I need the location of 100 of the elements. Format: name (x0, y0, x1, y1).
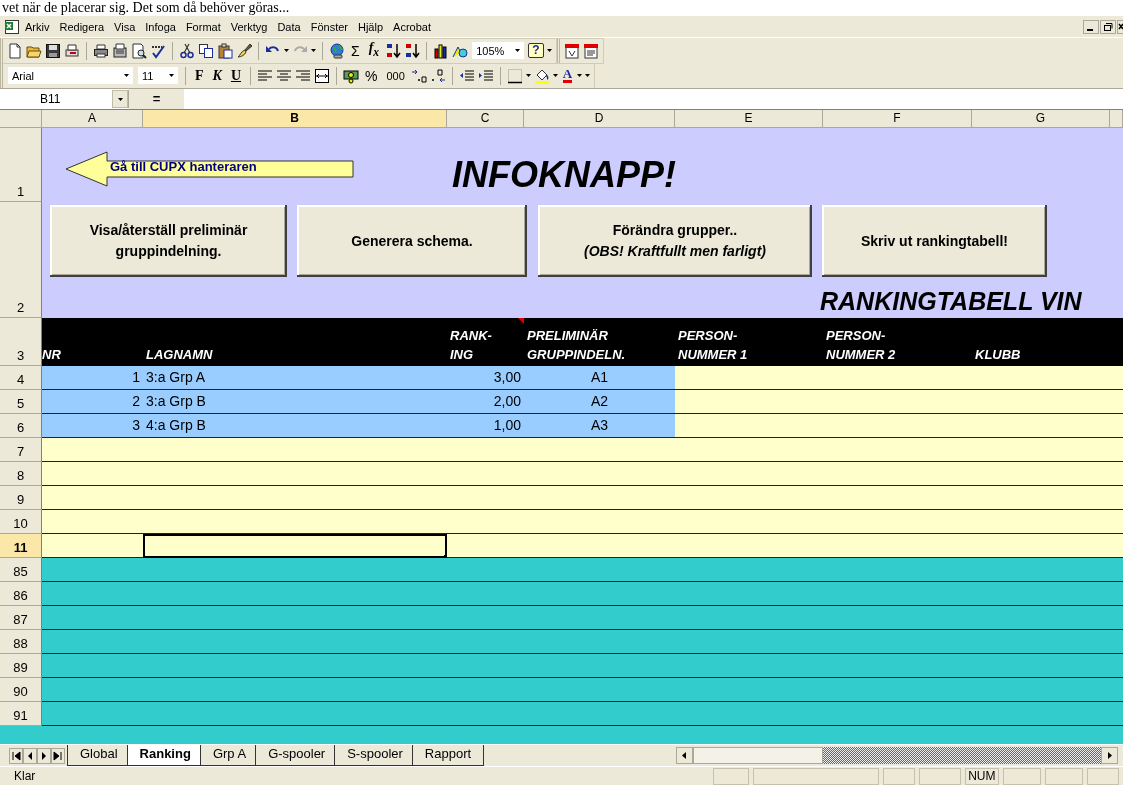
row-header[interactable]: 4 (0, 366, 42, 390)
brush-icon[interactable] (236, 42, 252, 59)
align-right-icon[interactable] (295, 67, 312, 84)
sort-ascending-icon[interactable] (385, 42, 402, 59)
sheet-tab[interactable]: Rapport (411, 745, 485, 766)
scissors-icon[interactable] (179, 42, 195, 59)
row-header[interactable]: 89 (0, 654, 42, 678)
fill-bucket-icon[interactable] (533, 67, 550, 84)
column-header[interactable]: B (143, 110, 447, 128)
menu-item[interactable]: Data (272, 18, 306, 35)
row-header[interactable]: 2 (0, 202, 42, 318)
decrease-decimal-icon[interactable] (429, 67, 446, 84)
row-header[interactable]: 8 (0, 462, 42, 486)
thousands-separator-button[interactable]: 000 (383, 67, 408, 84)
row-header[interactable]: 86 (0, 582, 42, 606)
menu-item[interactable]: Redigera (54, 18, 110, 35)
row-header[interactable]: 87 (0, 606, 42, 630)
row-header[interactable]: 5 (0, 390, 42, 414)
menu-item[interactable]: Infoga (140, 18, 181, 35)
printer-document-icon[interactable] (64, 42, 80, 59)
name-box[interactable]: B11 (0, 90, 129, 108)
globe-icon[interactable] (329, 42, 345, 59)
scroll-right-icon[interactable] (1101, 747, 1118, 764)
sort-descending-icon[interactable] (404, 42, 421, 59)
row-header[interactable]: 1 (0, 128, 42, 202)
row-header[interactable]: 11 (0, 534, 42, 558)
menu-item[interactable]: Verktyg (225, 18, 273, 35)
increase-decimal-icon[interactable] (410, 67, 427, 84)
fax-icon[interactable] (112, 42, 128, 59)
bar-chart-icon[interactable] (433, 42, 450, 59)
italic-button[interactable]: K (209, 67, 225, 84)
font-dropdown[interactable]: Arial (7, 66, 134, 85)
caret-icon[interactable] (552, 74, 558, 77)
row-header[interactable]: 9 (0, 486, 42, 510)
underline-button[interactable]: U (227, 67, 245, 84)
bold-button[interactable]: F (192, 67, 207, 84)
merge-cells-icon[interactable] (314, 67, 331, 84)
macro-button[interactable]: Generera schema. (297, 205, 527, 277)
outdent-icon[interactable] (458, 67, 475, 84)
menu-item[interactable]: Hjälp (352, 18, 389, 35)
caret-icon[interactable] (284, 49, 289, 52)
row-header[interactable]: 85 (0, 558, 42, 582)
next-sheet-icon[interactable] (37, 747, 51, 764)
paste-icon[interactable] (217, 42, 233, 59)
column-header[interactable]: A (42, 110, 143, 128)
caret-icon[interactable] (525, 74, 531, 77)
row-header[interactable]: 6 (0, 414, 42, 438)
spreadsheet-app-icon[interactable] (4, 18, 20, 35)
row-header[interactable]: 3 (0, 318, 42, 366)
align-center-icon[interactable] (276, 67, 293, 84)
row-header[interactable]: 88 (0, 630, 42, 654)
column-header[interactable]: D (524, 110, 675, 128)
macro-button[interactable]: Visa/återställ preliminär gruppindelning. (50, 205, 287, 277)
menu-item[interactable]: Format (180, 18, 226, 35)
printer-icon[interactable] (93, 42, 109, 59)
column-header[interactable]: C (447, 110, 524, 128)
scroll-left-icon[interactable] (676, 747, 693, 764)
function-button[interactable]: f$_{x}$ (365, 40, 383, 61)
currency-icon[interactable] (343, 67, 360, 84)
font-size-dropdown[interactable]: 11 (137, 66, 179, 85)
previous-sheet-icon[interactable] (23, 747, 37, 764)
row-header[interactable]: 90 (0, 678, 42, 702)
caret-icon[interactable] (546, 49, 552, 52)
caret-icon[interactable] (169, 74, 174, 77)
align-left-icon[interactable] (257, 67, 274, 84)
pdf-form-icon[interactable] (582, 42, 599, 59)
macro-button[interactable]: Förändra grupper.. (OBS! Kraftfullt men farligt) (538, 205, 812, 277)
percent-button[interactable]: % (362, 67, 381, 84)
zoom-dropdown[interactable]: 105% (471, 41, 526, 60)
macro-button[interactable]: Skriv ut rankingtabell! (822, 205, 1047, 277)
new-document-icon[interactable] (7, 42, 23, 59)
menu-item[interactable]: Visa (109, 18, 141, 35)
minimize-icon[interactable] (1083, 19, 1099, 34)
sum-button[interactable]: Σ (348, 42, 363, 59)
caret-icon[interactable] (117, 97, 123, 101)
caret-icon[interactable] (515, 49, 521, 52)
first-sheet-icon[interactable] (9, 747, 23, 764)
font-color-button[interactable]: A (562, 68, 573, 83)
print-preview-icon[interactable] (131, 42, 147, 59)
column-header[interactable]: G (972, 110, 1110, 128)
row-header[interactable]: 7 (0, 438, 42, 462)
active-cell[interactable] (143, 534, 447, 558)
column-header[interactable]: F (823, 110, 972, 128)
horizontal-scrollbar[interactable] (676, 747, 1118, 764)
row-header[interactable]: 10 (0, 510, 42, 534)
menu-item[interactable]: Arkiv (20, 18, 55, 35)
last-sheet-icon[interactable] (51, 747, 65, 764)
help-button[interactable]: ? (528, 43, 544, 58)
pdf-document-icon[interactable] (563, 42, 580, 59)
row-header[interactable]: 91 (0, 702, 42, 726)
save-icon[interactable] (45, 42, 61, 59)
menu-item[interactable]: Fönster (305, 18, 353, 35)
menu-item[interactable]: Acrobat (388, 18, 436, 35)
close-icon[interactable] (1117, 19, 1123, 34)
caret-icon[interactable] (124, 74, 129, 77)
borders-icon[interactable] (506, 67, 523, 84)
indent-icon[interactable] (477, 67, 494, 84)
column-header[interactable]: E (675, 110, 823, 128)
copy-icon[interactable] (198, 42, 214, 59)
caret-icon[interactable] (311, 49, 316, 52)
